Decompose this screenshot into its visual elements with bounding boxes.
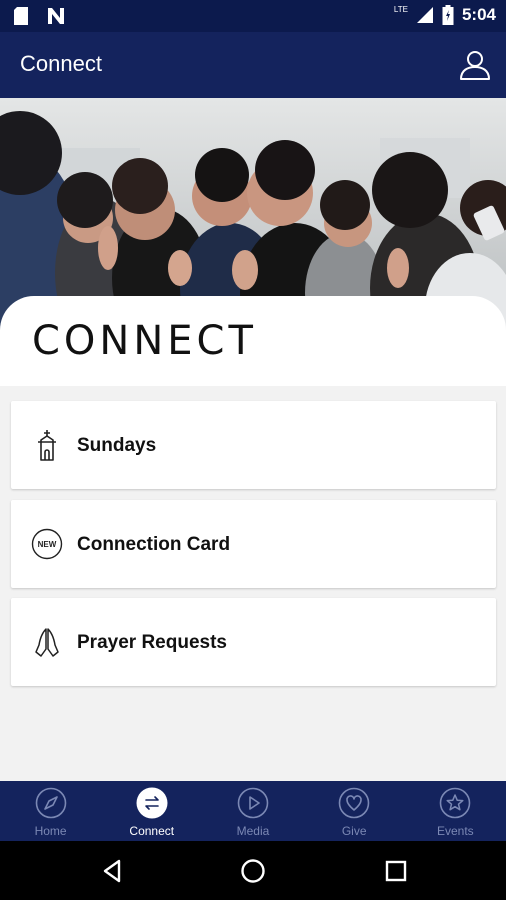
signal-icon	[416, 7, 433, 23]
list-item-label: Connection Card	[77, 534, 231, 555]
nav-label: Give	[341, 824, 367, 838]
church-icon	[38, 430, 56, 461]
home-circle-icon[interactable]	[237, 855, 269, 887]
new-badge-icon: NEW	[31, 528, 63, 560]
notification-n-icon	[48, 8, 64, 24]
hero-title-card: CONNECT	[0, 296, 506, 386]
nav-label: Events	[437, 824, 474, 838]
nav-item-home[interactable]: Home	[0, 781, 101, 841]
status-bar: LTE 5:04	[0, 0, 506, 32]
sd-card-icon	[14, 7, 28, 25]
nav-item-give[interactable]: Give	[304, 781, 405, 841]
connect-arrows-icon	[136, 787, 168, 819]
network-type: LTE	[393, 4, 408, 14]
list-item-sundays[interactable]: Sundays	[11, 401, 496, 489]
nav-item-media[interactable]: Media	[202, 781, 303, 841]
back-icon[interactable]	[96, 855, 128, 887]
play-icon	[237, 787, 269, 819]
praying-hands-icon	[35, 628, 59, 657]
hero-title: CONNECT	[32, 318, 257, 364]
list-item-prayer-requests[interactable]: Prayer Requests	[11, 598, 496, 686]
profile-icon[interactable]	[458, 48, 492, 82]
star-icon	[440, 787, 471, 819]
compass-icon	[35, 787, 66, 819]
heart-icon	[338, 787, 370, 819]
new-badge-text: NEW	[38, 540, 57, 549]
system-nav-bar	[0, 841, 506, 900]
page-title: Connect	[20, 51, 102, 76]
nav-item-events[interactable]: Events	[405, 781, 506, 841]
nav-label: Home	[34, 824, 67, 838]
nav-label: Connect	[129, 824, 175, 838]
list-item-connection-card[interactable]: NEW Connection Card	[11, 500, 496, 588]
recents-icon[interactable]	[380, 855, 412, 887]
list-item-label: Prayer Requests	[77, 632, 227, 653]
status-time: 5:04	[461, 5, 496, 24]
nav-item-connect[interactable]: Connect	[101, 781, 202, 841]
bottom-nav: Home Connect Media Give Events	[0, 781, 506, 841]
list-item-label: Sundays	[77, 435, 157, 456]
app-bar: Connect	[0, 32, 506, 98]
nav-label: Media	[236, 824, 270, 838]
battery-icon	[442, 5, 454, 25]
